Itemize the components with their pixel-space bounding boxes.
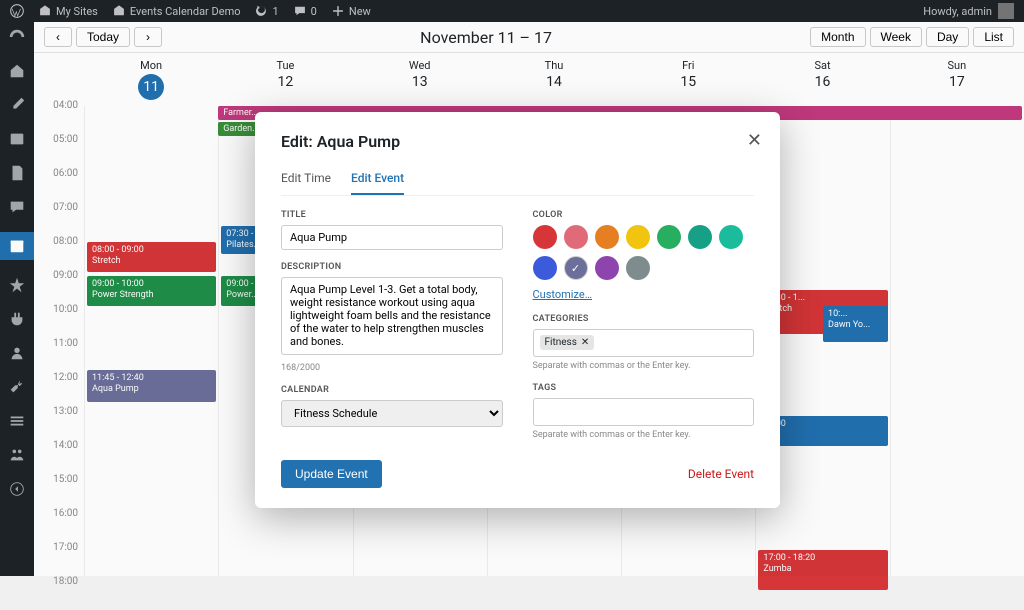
description-textarea[interactable] [281,277,503,355]
color-swatch[interactable] [595,225,619,249]
color-swatch[interactable] [533,225,557,249]
color-swatch[interactable] [564,225,588,249]
calendar-select[interactable]: Fitness Schedule [281,400,503,427]
modal-heading: Edit: Aqua Pump [281,132,754,151]
delete-event-button[interactable]: Delete Event [688,467,754,481]
color-swatch[interactable] [564,256,588,280]
color-swatch[interactable] [595,256,619,280]
update-event-button[interactable]: Update Event [281,460,382,488]
close-icon[interactable]: ✕ [747,130,762,151]
tags-input[interactable] [533,398,755,426]
tab-edit-time[interactable]: Edit Time [281,167,331,195]
label-calendar: CALENDAR [281,385,503,395]
label-color: COLOR [533,210,755,220]
color-swatches [533,225,755,280]
color-swatch[interactable] [688,225,712,249]
label-tags: TAGS [533,383,755,393]
category-chip: Fitness✕ [540,335,595,350]
label-description: DESCRIPTION [281,262,503,272]
color-swatch[interactable] [626,225,650,249]
tab-edit-event[interactable]: Edit Event [351,167,404,195]
edit-event-modal: ✕ Edit: Aqua Pump Edit Time Edit Event T… [255,112,780,508]
label-title: TITLE [281,210,503,220]
customize-link[interactable]: Customize… [533,288,593,301]
char-count: 168/2000 [281,363,503,373]
title-input[interactable] [281,225,503,250]
tags-hint: Separate with commas or the Enter key. [533,430,755,440]
categories-input[interactable]: Fitness✕ [533,329,755,357]
color-swatch[interactable] [657,225,681,249]
label-categories: CATEGORIES [533,314,755,324]
categories-hint: Separate with commas or the Enter key. [533,361,755,371]
color-swatch[interactable] [719,225,743,249]
color-swatch[interactable] [626,256,650,280]
hour-label: 18:00 [34,576,84,610]
color-swatch[interactable] [533,256,557,280]
chip-remove-icon[interactable]: ✕ [581,337,589,348]
